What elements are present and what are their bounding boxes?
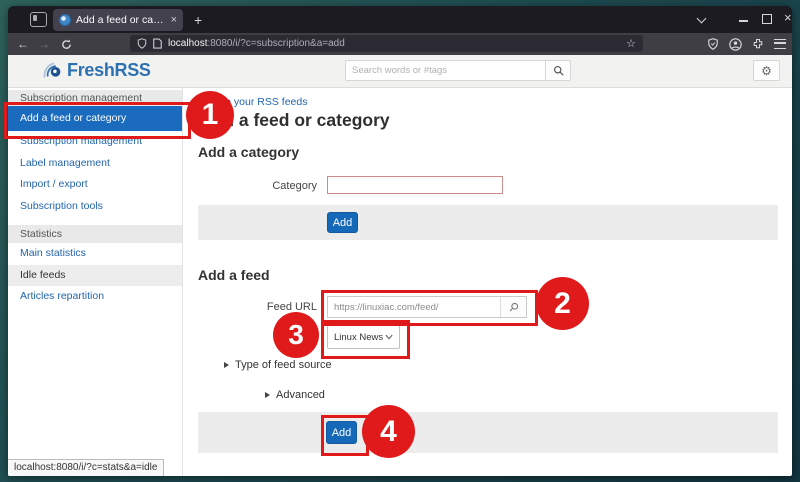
link-preview-statusbar: localhost:8080/i/?c=stats&a=idle (8, 459, 164, 476)
back-icon[interactable]: ← (17, 38, 29, 50)
advanced-toggle[interactable]: Advanced (265, 389, 325, 401)
tab-close-icon[interactable]: × (171, 15, 177, 26)
new-tab-button[interactable]: + (194, 10, 202, 30)
type-of-feed-source-toggle[interactable]: Type of feed source (224, 359, 332, 371)
add-category-button[interactable]: Add (327, 212, 358, 233)
collapsed-triangle-icon (224, 362, 229, 368)
bookmark-star-icon[interactable]: ☆ (626, 37, 636, 50)
settings-button[interactable]: ⚙ (753, 60, 780, 81)
category-actions-strip (198, 205, 778, 240)
logo-text: FreshRSS (67, 60, 151, 81)
freshrss-favicon (59, 14, 71, 26)
sidebar-group-statistics: Statistics (8, 225, 182, 243)
annotation-circle-1: 1 (186, 91, 234, 139)
category-input[interactable] (327, 176, 503, 194)
forward-icon: → (38, 38, 50, 50)
search-icon (553, 65, 564, 76)
add-category-heading: Add a category (198, 144, 299, 160)
sidebar-item-articles-repartition[interactable]: Articles repartition (8, 286, 182, 308)
window-close-button[interactable]: × (784, 10, 792, 25)
freshrss-header: FreshRSS ⚙ (8, 55, 792, 88)
browser-tab-bar: Add a feed or category × + × (8, 6, 792, 33)
sidebar-item-label-management[interactable]: Label management (8, 153, 182, 175)
add-feed-heading: Add a feed (198, 267, 270, 283)
search-input[interactable] (345, 60, 545, 81)
browser-window: Add a feed or category × + × ← → (8, 6, 792, 476)
extensions-icon[interactable] (752, 38, 764, 50)
type-of-feed-source-label: Type of feed source (235, 359, 332, 371)
menu-hamburger-icon[interactable] (774, 39, 786, 49)
annotation-box-category-select (321, 320, 410, 359)
window-minimize-button[interactable] (739, 20, 748, 22)
browser-tab[interactable]: Add a feed or category × (53, 9, 183, 31)
sidebar-item-import-export[interactable]: Import / export (8, 174, 182, 196)
category-label: Category (198, 180, 317, 192)
firefox-view-icon[interactable] (30, 12, 47, 27)
gear-icon: ⚙ (761, 64, 772, 78)
annotation-circle-4: 4 (362, 405, 415, 458)
url-bar[interactable]: localhost:8080/i/?c=subscription&a=add ☆ (130, 35, 643, 52)
freshrss-logo-icon (42, 60, 63, 81)
url-path: :8080/i/?c=subscription&a=add (207, 38, 344, 49)
desktop-background: Add a feed or category × + × ← → (0, 0, 800, 482)
search-button[interactable] (545, 60, 571, 81)
sidebar-item-main-statistics[interactable]: Main statistics (8, 243, 182, 265)
freshrss-logo[interactable]: FreshRSS (42, 60, 151, 81)
annotation-box-sidebar-item (4, 102, 191, 139)
tracking-shield-icon[interactable] (137, 38, 147, 49)
collapsed-triangle-icon (265, 392, 270, 398)
url-host: localhost (168, 38, 207, 49)
account-icon[interactable] (729, 38, 742, 51)
list-tabs-chevron-icon[interactable] (698, 15, 706, 23)
annotation-circle-2: 2 (536, 277, 589, 330)
feed-url-label: Feed URL (198, 301, 317, 313)
browser-toolbar: ← → localhost:8080/i/?c=subscription&a=a… (8, 33, 792, 55)
annotation-circle-3: 3 (273, 312, 319, 358)
sidebar-item-idle-feeds[interactable]: Idle feeds (8, 265, 182, 287)
page-info-icon[interactable] (153, 38, 162, 49)
sidebar-item-subscription-tools[interactable]: Subscription tools (8, 196, 182, 218)
feed-actions-strip (198, 412, 778, 453)
window-maximize-button[interactable] (762, 14, 772, 24)
reload-icon[interactable] (61, 39, 72, 50)
protections-shield-icon[interactable] (707, 38, 719, 50)
url-text: localhost:8080/i/?c=subscription&a=add (168, 38, 620, 49)
toolbar-right-icons (707, 33, 786, 55)
tab-title: Add a feed or category (76, 14, 166, 26)
sidebar: Subscription management Add a feed or ca… (8, 88, 183, 476)
advanced-label: Advanced (276, 389, 325, 401)
search-box (345, 60, 571, 81)
